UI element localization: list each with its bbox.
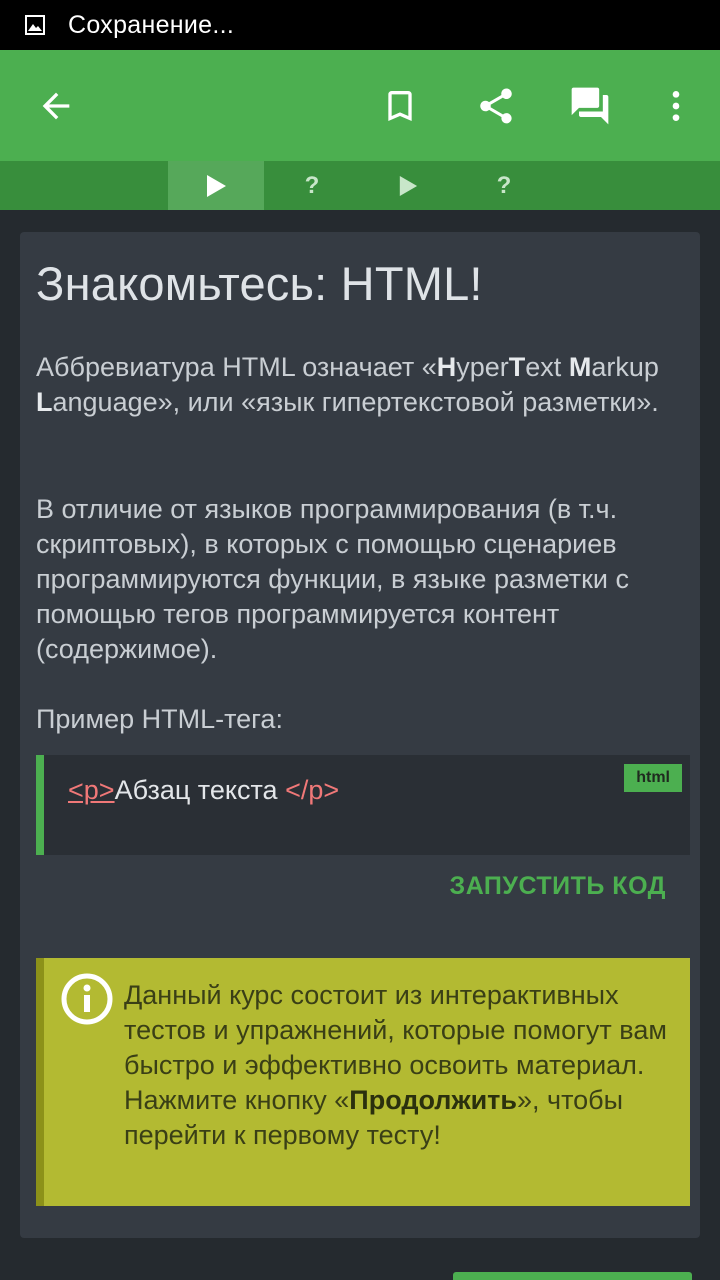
- lesson-card: Знакомьтесь: HTML! Аббревиатура HTML озн…: [20, 232, 700, 1238]
- bookmark-button[interactable]: [372, 78, 428, 134]
- info-icon: [61, 973, 113, 1025]
- question-icon: ?: [304, 171, 320, 199]
- lesson-paragraph-2: В отличие от языков программирования (в …: [36, 494, 629, 664]
- code-content: Абзац текста: [114, 775, 286, 805]
- code-close-tag: </p>: [285, 775, 340, 805]
- image-icon: [25, 15, 45, 35]
- share-icon: [480, 88, 512, 124]
- play-icon: [399, 175, 418, 196]
- status-bar: Сохранение...: [0, 0, 720, 50]
- lesson-paragraph-1: Аббревиатура HTML означает «HyperText Ma…: [36, 352, 659, 417]
- more-button[interactable]: [648, 78, 704, 134]
- step-lesson-2[interactable]: [360, 161, 456, 210]
- code-block: <p>Абзац текста </p> html: [36, 755, 690, 855]
- status-text: Сохранение...: [68, 10, 235, 39]
- app-bar: [0, 50, 720, 161]
- code-open-tag: <p>: [68, 775, 115, 805]
- back-button[interactable]: [28, 78, 84, 134]
- question-icon: ?: [496, 171, 512, 199]
- play-icon: [207, 174, 226, 197]
- code-line: <p>Абзац текста </p>: [68, 775, 339, 806]
- lesson-progress-strip: ? ?: [0, 161, 720, 210]
- bookmark-icon: [388, 91, 412, 121]
- more-vert-icon: [672, 91, 680, 121]
- step-lesson-1[interactable]: [168, 161, 264, 210]
- step-quiz-2[interactable]: ?: [456, 161, 552, 210]
- info-box: Данный курс состоит из интерактивных тес…: [36, 958, 690, 1206]
- info-text: Данный курс состоит из интерактивных тес…: [124, 980, 667, 1150]
- comments-icon: [571, 87, 609, 125]
- comments-button[interactable]: [562, 78, 618, 134]
- continue-button[interactable]: [453, 1272, 692, 1280]
- run-code-button[interactable]: ЗАПУСТИТЬ КОД: [450, 872, 666, 901]
- example-label: Пример HTML-тега:: [36, 704, 283, 734]
- step-quiz-1[interactable]: ?: [264, 161, 360, 210]
- language-badge: html: [624, 764, 682, 792]
- arrow-back-icon: [42, 92, 70, 120]
- lesson-title: Знакомьтесь: HTML!: [36, 257, 483, 310]
- share-button[interactable]: [468, 78, 524, 134]
